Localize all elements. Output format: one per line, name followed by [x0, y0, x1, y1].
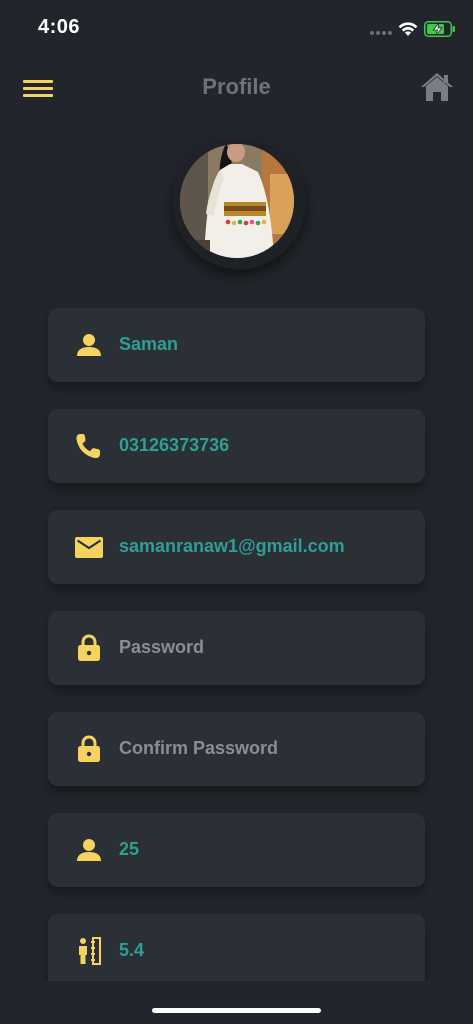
- profile-photo-image: [180, 144, 294, 258]
- age-field[interactable]: 25: [48, 813, 425, 887]
- page-title: Profile: [202, 74, 271, 99]
- person-icon: [77, 334, 101, 356]
- height-field[interactable]: 5.4: [48, 914, 425, 988]
- email-field[interactable]: samanranaw1@gmail.com: [48, 510, 425, 584]
- signal-dots-icon: [370, 31, 392, 35]
- app-header: Profile: [0, 62, 473, 112]
- email-value: samanranaw1@gmail.com: [119, 536, 345, 556]
- profile-screen: 4:06 Profile Saman 03126373736 samanrana…: [0, 0, 473, 1024]
- name-field[interactable]: Saman: [48, 308, 425, 382]
- confirm-password-input[interactable]: Confirm Password: [119, 738, 278, 759]
- age-value: 25: [119, 839, 140, 859]
- phone-icon: [76, 434, 100, 459]
- phone-value: 03126373736: [119, 435, 230, 455]
- name-value: Saman: [119, 334, 179, 354]
- status-bar: 4:06: [0, 0, 473, 58]
- status-time: 4:06: [38, 16, 81, 38]
- password-input[interactable]: Password: [119, 637, 204, 658]
- profile-photo[interactable]: [180, 144, 294, 258]
- lock-icon: [78, 735, 100, 762]
- bottom-area: [0, 981, 473, 1024]
- phone-field[interactable]: 03126373736: [48, 409, 425, 483]
- height-value: 5.4: [119, 940, 145, 960]
- height-ruler-icon: [79, 937, 101, 965]
- lock-icon: [78, 634, 100, 661]
- battery-charging-icon: [424, 21, 455, 37]
- password-field[interactable]: Password: [48, 611, 425, 685]
- person-icon: [77, 839, 101, 861]
- wifi-icon: [398, 22, 418, 36]
- mail-icon: [75, 537, 103, 558]
- confirm-password-field[interactable]: Confirm Password: [48, 712, 425, 786]
- home-icon[interactable]: [420, 72, 454, 102]
- home-indicator[interactable]: [152, 1008, 321, 1013]
